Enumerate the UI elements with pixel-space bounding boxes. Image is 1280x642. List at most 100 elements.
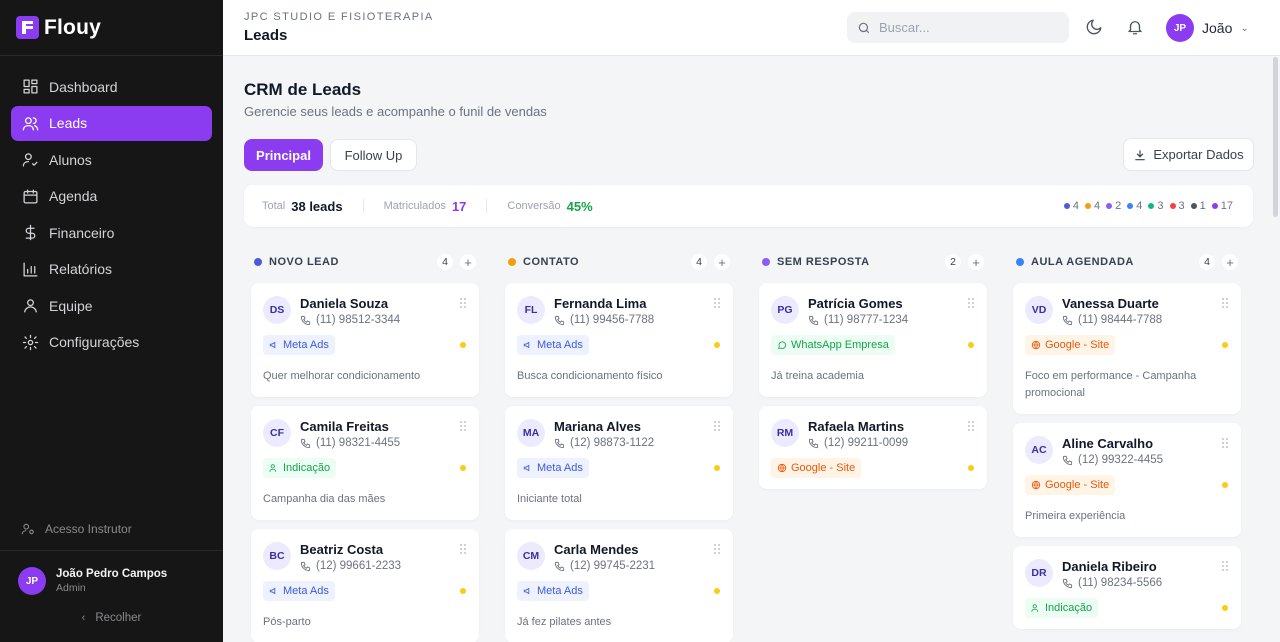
- drag-handle-icon[interactable]: [1222, 438, 1228, 448]
- lead-card[interactable]: VD Vanessa Duarte (11) 98444-7788 Google - …: [1013, 283, 1241, 414]
- lead-card[interactable]: CF Camila Freitas (11) 98321-4455 Indicação…: [251, 406, 479, 520]
- drag-handle-icon[interactable]: [968, 298, 974, 308]
- drag-handle-icon[interactable]: [1222, 561, 1228, 571]
- priority-dot: [968, 465, 974, 471]
- sidebar-item-equipe[interactable]: Equipe: [11, 288, 212, 323]
- priority-dot: [714, 342, 720, 348]
- stats-bar: Total 38 leads Matriculados 17 Conversão…: [244, 185, 1253, 227]
- lead-name: Patrícia Gomes: [808, 296, 903, 311]
- lead-card[interactable]: CM Carla Mendes (12) 99745-2231 Meta Ads Já …: [505, 529, 733, 642]
- column-title: AULA AGENDADA: [1031, 256, 1134, 268]
- sidebar-item-alunos[interactable]: Alunos: [11, 142, 212, 177]
- search-input[interactable]: [879, 20, 1049, 35]
- sidebar-item-configuracoes[interactable]: Configurações: [11, 325, 212, 360]
- sidebar-item-leads[interactable]: Leads: [11, 105, 212, 141]
- lead-avatar: VD: [1025, 296, 1053, 324]
- sidebar-item-dashboard[interactable]: Dashboard: [11, 69, 212, 104]
- theme-toggle-button[interactable]: [1085, 18, 1105, 38]
- lead-phone: (11) 98234-5566: [1062, 577, 1162, 589]
- lead-phone-number: (11) 98321-4455: [316, 437, 401, 449]
- lead-source-label: Meta Ads: [537, 462, 583, 474]
- drag-handle-icon[interactable]: [460, 298, 466, 308]
- lead-source-tag: Google - Site: [1025, 335, 1116, 355]
- globe-icon: [777, 463, 787, 473]
- sidebar-item-agenda[interactable]: Agenda: [11, 179, 212, 214]
- stage-count: 2: [1106, 200, 1121, 212]
- user-menu[interactable]: JP João ⌄: [1166, 14, 1249, 42]
- add-lead-button[interactable]: +: [460, 254, 476, 270]
- column-color-dot: [762, 258, 770, 266]
- lead-phone: (12) 99211-0099: [808, 437, 908, 449]
- users-icon: [269, 464, 277, 472]
- lead-card[interactable]: MA Mariana Alves (12) 98873-1122 Meta Ads In…: [505, 406, 733, 520]
- stat-divider: [362, 199, 364, 213]
- brand-logo[interactable]: Flouy: [0, 0, 223, 56]
- add-lead-button[interactable]: +: [714, 254, 730, 270]
- scrollbar[interactable]: [1273, 57, 1278, 217]
- megaphone-icon: [523, 464, 530, 472]
- lead-card[interactable]: RM Rafaela Martins (12) 99211-0099 Google -…: [759, 406, 987, 489]
- add-lead-button[interactable]: +: [968, 254, 984, 270]
- drag-handle-icon[interactable]: [714, 544, 720, 554]
- lead-name: Fernanda Lima: [554, 296, 647, 311]
- user-check-icon: [22, 153, 38, 167]
- user-role: Admin: [56, 582, 86, 594]
- megaphone-icon: [269, 341, 276, 349]
- priority-dot: [714, 465, 720, 471]
- lead-phone: (12) 98873-1122: [554, 437, 654, 449]
- chevron-down-icon: ⌄: [1240, 22, 1249, 34]
- top-header: JPC STUDIO E FISIOTERAPIA Leads JP João …: [223, 0, 1280, 56]
- stage-color-dot: [1127, 203, 1134, 209]
- priority-dot: [1222, 605, 1228, 611]
- stage-color-dot: [1169, 203, 1176, 209]
- stat-enrolled-label: Matriculados: [383, 200, 446, 212]
- tab-follow-up[interactable]: Follow Up: [330, 139, 417, 171]
- drag-handle-icon[interactable]: [460, 421, 466, 431]
- search-box[interactable]: [847, 12, 1069, 43]
- drag-handle-icon[interactable]: [714, 298, 720, 308]
- brand-name: Flouy: [44, 15, 101, 39]
- kanban-column: SEM RESPOSTA 2 + PG Patrícia Gomes (11) 98777…: [759, 251, 987, 498]
- notifications-button[interactable]: [1126, 18, 1146, 38]
- crm-title: CRM de Leads: [244, 80, 362, 99]
- lead-card[interactable]: PG Patrícia Gomes (11) 98777-1234 WhatsApp …: [759, 283, 987, 397]
- stage-color-dot: [1148, 203, 1155, 209]
- drag-handle-icon[interactable]: [968, 421, 974, 431]
- whatsapp-icon: [778, 341, 786, 349]
- lead-avatar: MA: [517, 419, 545, 447]
- lead-card[interactable]: FL Fernanda Lima (11) 99456-7788 Meta Ads Bu…: [505, 283, 733, 397]
- phone-icon: [1062, 315, 1073, 325]
- sidebar-item-label: Relatórios: [49, 261, 113, 277]
- stat-enrolled-value: 17: [451, 198, 467, 214]
- lead-card[interactable]: BC Beatriz Costa (12) 99661-2233 Meta Ads Pó…: [251, 529, 479, 642]
- sidebar: Flouy Dashboard Leads Alunos Agenda Financei…: [0, 0, 223, 642]
- globe-icon: [1031, 340, 1041, 350]
- phone-icon: [1062, 578, 1073, 588]
- lead-card[interactable]: DR Daniela Ribeiro (11) 98234-5566 Indicaçã…: [1013, 546, 1241, 629]
- lead-source-label: Indicação: [283, 462, 331, 474]
- lead-phone-number: (11) 98777-1234: [824, 314, 909, 326]
- drag-handle-icon[interactable]: [460, 544, 466, 554]
- sidebar-item-relatorios[interactable]: Relatórios: [11, 252, 212, 287]
- megaphone-icon: [269, 587, 276, 595]
- lead-source-tag: Google - Site: [771, 458, 862, 478]
- tab-principal[interactable]: Principal: [244, 139, 323, 171]
- sidebar-user[interactable]: JP João Pedro Campos Admin: [18, 567, 167, 595]
- sidebar-item-financeiro[interactable]: Financeiro: [11, 215, 212, 250]
- lead-card[interactable]: DS Daniela Souza (11) 98512-3344 Meta Ads Qu…: [251, 283, 479, 397]
- lead-source-tag: Meta Ads: [517, 581, 589, 601]
- export-data-button[interactable]: Exportar Dados: [1123, 138, 1254, 171]
- lead-card[interactable]: AC Aline Carvalho (12) 99322-4455 Google - …: [1013, 423, 1241, 537]
- sidebar-item-label: Alunos: [49, 151, 92, 168]
- phone-icon: [808, 315, 819, 325]
- drag-handle-icon[interactable]: [714, 421, 720, 431]
- lead-source-label: Indicação: [1045, 602, 1093, 614]
- lead-phone: (11) 98444-7788: [1062, 314, 1162, 326]
- stage-count: 3: [1169, 200, 1185, 212]
- instructor-access-label: Acesso Instrutor: [45, 522, 132, 536]
- drag-handle-icon[interactable]: [1222, 298, 1228, 308]
- add-lead-button[interactable]: +: [1222, 254, 1238, 270]
- collapse-label: Recolher: [95, 612, 142, 624]
- collapse-sidebar-button[interactable]: ‹ Recolher: [0, 612, 223, 624]
- instructor-access-link[interactable]: Acesso Instrutor: [21, 522, 132, 536]
